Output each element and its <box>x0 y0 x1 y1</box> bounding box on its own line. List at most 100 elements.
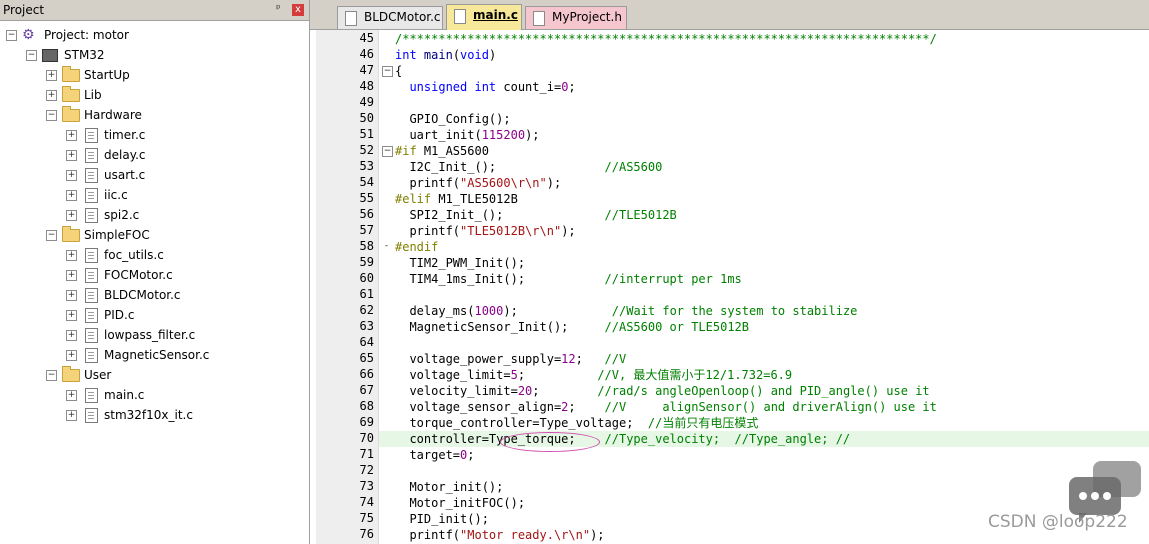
tree-item[interactable]: + iic.c <box>0 185 308 205</box>
expand-toggle-icon[interactable]: + <box>66 130 77 141</box>
code-line[interactable]: printf("AS5600\r\n"); <box>395 175 561 191</box>
code-token: target= <box>395 448 461 462</box>
expand-toggle-icon[interactable]: + <box>66 390 77 401</box>
code-line[interactable]: PID_init(); <box>395 511 488 527</box>
expand-toggle-icon[interactable]: + <box>66 330 77 341</box>
code-token: ); <box>561 224 576 238</box>
code-line[interactable]: voltage_limit=5; //V, 最大值需小于12/1.732=6.9 <box>395 367 792 383</box>
tree-item[interactable]: + main.c <box>0 385 308 405</box>
tree-item[interactable]: − ⚙ Project: motor <box>0 25 308 45</box>
fold-toggle-icon[interactable]: − <box>382 66 393 77</box>
tree-item-label: lowpass_filter.c <box>104 328 196 342</box>
code-line[interactable]: MagneticSensor_Init(); //AS5600 or TLE50… <box>395 319 749 335</box>
expand-toggle-icon[interactable]: + <box>46 90 57 101</box>
code-line[interactable]: TIM2_PWM_Init(); <box>395 255 525 271</box>
code-line[interactable]: Motor_init(); <box>395 479 503 495</box>
line-number: 70 <box>359 431 374 445</box>
line-number: 58 <box>359 239 374 253</box>
pin-icon[interactable]: ᵖ <box>276 2 281 15</box>
editor-tab[interactable]: main.c <box>446 4 522 30</box>
code-line[interactable]: unsigned int count_i=0; <box>395 79 575 95</box>
tree-item[interactable]: + StartUp <box>0 65 308 85</box>
tree-item[interactable]: + lowpass_filter.c <box>0 325 308 345</box>
code-line[interactable]: target=0; <box>395 447 474 463</box>
code-editor[interactable]: 45 46 47 48 49 50 51 52 53 54 55 56 57 58 59 60 61 62 63 64… <box>316 30 1149 544</box>
code-line[interactable]: { <box>395 63 402 79</box>
file-icon <box>85 348 98 363</box>
expand-toggle-icon[interactable]: + <box>66 170 77 181</box>
code-token: Motor_initFOC(); <box>395 496 526 510</box>
tree-item[interactable]: + usart.c <box>0 165 308 185</box>
collapse-toggle-icon[interactable]: − <box>46 110 57 121</box>
editor-tab[interactable]: BLDCMotor.c <box>337 6 443 29</box>
tree-item-label: Project: motor <box>44 28 129 42</box>
tree-item[interactable]: + spi2.c <box>0 205 308 225</box>
line-number: 67 <box>359 383 374 397</box>
code-line[interactable]: printf("Motor ready.\r\n"); <box>395 527 604 543</box>
tree-item[interactable]: + MagneticSensor.c <box>0 345 308 365</box>
code-token: MagneticSensor_Init(); <box>395 320 605 334</box>
tree-item[interactable]: + timer.c <box>0 125 308 145</box>
folder-icon <box>62 226 80 242</box>
tree-item[interactable]: − STM32 <box>0 45 308 65</box>
expand-toggle-icon[interactable]: + <box>46 70 57 81</box>
tree-item[interactable]: + Lib <box>0 85 308 105</box>
tree-item[interactable]: + FOCMotor.c <box>0 265 308 285</box>
code-line[interactable]: I2C_Init_(); //AS5600 <box>395 159 662 175</box>
code-line[interactable]: voltage_sensor_align=2; //V alignSensor(… <box>395 399 937 415</box>
code-token: TIM4_1ms_Init(); <box>395 272 605 286</box>
code-line[interactable]: #if M1_AS5600 <box>395 143 489 159</box>
code-token: printf( <box>395 224 461 238</box>
expand-toggle-icon[interactable]: + <box>66 270 77 281</box>
expand-toggle-icon[interactable]: + <box>66 350 77 361</box>
code-line[interactable]: voltage_power_supply=12; //V <box>395 351 626 367</box>
code-token: //V alignSensor() and driverAlign() use … <box>604 400 937 414</box>
expand-toggle-icon[interactable]: + <box>66 210 77 221</box>
code-line[interactable]: #endif <box>395 239 438 255</box>
folder-icon <box>62 106 80 122</box>
close-pane-button[interactable]: x <box>292 4 304 16</box>
code-token: //Type_velocity; //Type_angle; // <box>604 432 851 446</box>
code-line[interactable]: printf("TLE5012B\r\n"); <box>395 223 576 239</box>
line-number: 62 <box>359 303 374 317</box>
code-line[interactable]: controller=Type_torque; //Type_velocity;… <box>395 431 850 447</box>
tree-item[interactable]: + BLDCMotor.c <box>0 285 308 305</box>
code-line[interactable]: SPI2_Init_(); //TLE5012B <box>395 207 676 223</box>
expand-toggle-icon[interactable]: + <box>66 150 77 161</box>
tree-item[interactable]: − Hardware <box>0 105 308 125</box>
code-line[interactable]: int main(void) <box>395 47 496 63</box>
project-pane: Project ᵖ x − ⚙ Project: motor − STM32 + Start… <box>0 0 310 544</box>
expand-toggle-icon[interactable]: + <box>66 290 77 301</box>
editor-tab[interactable]: MyProject.h <box>525 6 627 29</box>
code-line[interactable]: velocity_limit=20; //rad/s angleOpenloop… <box>395 383 929 399</box>
code-line[interactable]: TIM4_1ms_Init(); //interrupt per 1ms <box>395 271 741 287</box>
code-line[interactable]: Motor_initFOC(); <box>395 495 525 511</box>
code-line[interactable]: uart_init(115200); <box>395 127 539 143</box>
collapse-toggle-icon[interactable]: − <box>26 50 37 61</box>
collapse-toggle-icon[interactable]: − <box>6 30 17 41</box>
code-line[interactable]: torque_controller=Type_voltage; //当前只有电压… <box>395 415 758 431</box>
code-line[interactable]: /***************************************… <box>395 31 937 47</box>
code-token: 12 <box>561 352 576 366</box>
target-icon <box>42 49 58 62</box>
tree-item[interactable]: − User <box>0 365 308 385</box>
tree-item[interactable]: − SimpleFOC <box>0 225 308 245</box>
tree-item[interactable]: + delay.c <box>0 145 308 165</box>
collapse-toggle-icon[interactable]: − <box>46 370 57 381</box>
tree-item[interactable]: + PID.c <box>0 305 308 325</box>
tree-item[interactable]: + stm32f10x_it.c <box>0 405 308 425</box>
expand-toggle-icon[interactable]: + <box>66 410 77 421</box>
fold-toggle-icon[interactable]: − <box>382 146 393 157</box>
code-line[interactable]: delay_ms(1000); //Wait for the system to… <box>395 303 857 319</box>
code-line[interactable]: GPIO_Config(); <box>395 111 510 127</box>
code-token: ( <box>452 48 461 62</box>
expand-toggle-icon[interactable]: + <box>66 190 77 201</box>
expand-toggle-icon[interactable]: + <box>66 310 77 321</box>
tree-item[interactable]: + foc_utils.c <box>0 245 308 265</box>
collapse-toggle-icon[interactable]: − <box>46 230 57 241</box>
code-line[interactable]: #elif M1_TLE5012B <box>395 191 518 207</box>
expand-toggle-icon[interactable]: + <box>66 250 77 261</box>
line-number: 45 <box>359 31 374 45</box>
code-token: delay_ms( <box>395 304 475 318</box>
line-number: 48 <box>359 79 374 93</box>
